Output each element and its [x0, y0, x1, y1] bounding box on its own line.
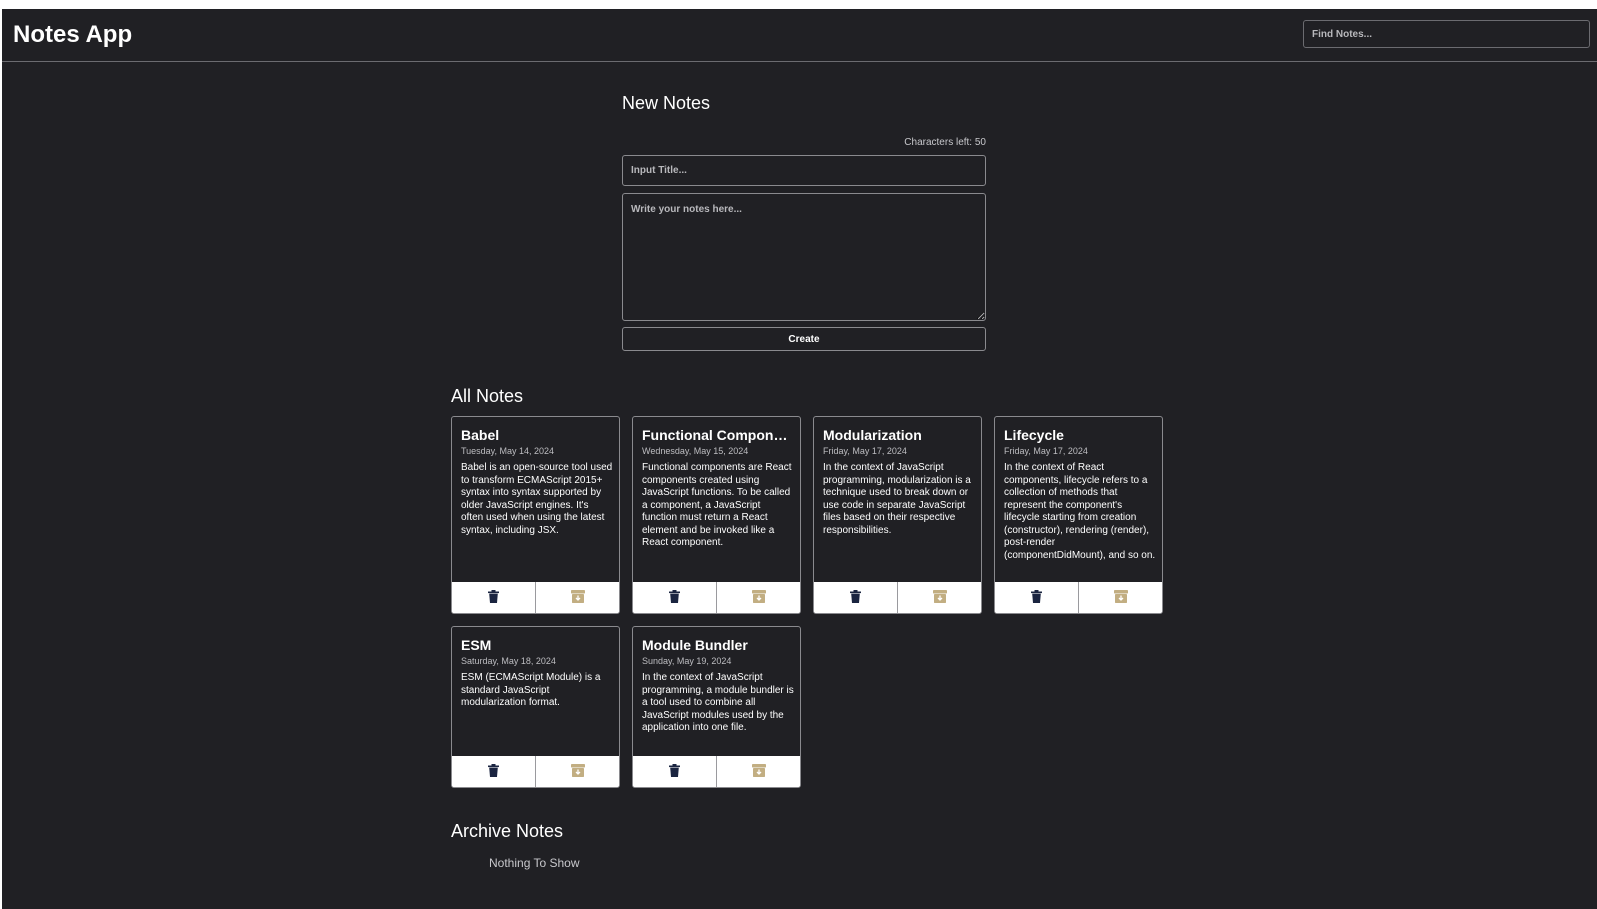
note-actions	[995, 582, 1162, 613]
note-date: Wednesday, May 15, 2024	[642, 446, 749, 456]
trash-icon	[669, 589, 680, 606]
app-header: Notes App	[2, 9, 1597, 62]
note-title: Babel	[461, 427, 500, 443]
note-body-textarea[interactable]	[622, 193, 986, 321]
note-body: In the context of React components, life…	[1004, 462, 1156, 561]
note-body: In the context of JavaScript programming…	[823, 462, 971, 536]
note-actions	[452, 582, 619, 613]
archive-notes-section: Archive Notes Nothing To Show	[451, 821, 580, 870]
delete-button[interactable]	[814, 582, 897, 613]
trash-icon	[850, 589, 861, 606]
note-actions	[814, 582, 981, 613]
note-body: In the context of JavaScript programming…	[642, 672, 794, 733]
all-notes-heading: All Notes	[451, 386, 524, 406]
note-date: Sunday, May 19, 2024	[642, 656, 732, 666]
archive-notes-heading: Archive Notes	[451, 821, 564, 841]
note-date: Friday, May 17, 2024	[823, 446, 907, 456]
note-title-input[interactable]	[622, 155, 986, 186]
new-notes-heading: New Notes	[622, 93, 711, 113]
new-notes-section: New Notes Characters left: 50 Create	[622, 93, 986, 351]
archive-empty-message: Nothing To Show	[489, 856, 580, 870]
search-input[interactable]	[1303, 20, 1590, 48]
archive-box-icon	[1113, 589, 1128, 606]
delete-button[interactable]	[452, 582, 535, 613]
archive-box-icon	[751, 763, 766, 780]
archive-box-icon	[932, 589, 947, 606]
note-body: Functional components are React componen…	[642, 462, 792, 548]
archive-button[interactable]	[1078, 582, 1162, 613]
archive-button[interactable]	[535, 582, 619, 613]
note-actions	[633, 756, 800, 787]
trash-icon	[488, 589, 499, 606]
note-title: Functional Components	[642, 427, 792, 443]
note-body: ESM (ECMAScript Module) is a standard Ja…	[461, 672, 601, 708]
app-title: Notes App	[13, 21, 133, 48]
note-card: Module Bundler Sunday, May 19, 2024 In the…	[632, 626, 801, 788]
delete-button[interactable]	[633, 582, 716, 613]
note-title: ESM	[461, 637, 492, 653]
note-actions	[452, 756, 619, 787]
delete-button[interactable]	[452, 756, 535, 787]
trash-icon	[669, 763, 680, 780]
archive-button[interactable]	[716, 582, 800, 613]
trash-icon	[1031, 589, 1042, 606]
note-body: Babel is an open-source tool used to tra…	[461, 462, 613, 536]
note-date: Friday, May 17, 2024	[1004, 446, 1088, 456]
note-card: Babel Tuesday, May 14, 2024 Babel is an op…	[451, 416, 620, 614]
note-title: Module Bundler	[642, 637, 748, 653]
note-date: Saturday, May 18, 2024	[461, 656, 556, 666]
archive-box-icon	[570, 763, 585, 780]
create-button[interactable]: Create	[622, 327, 986, 351]
delete-button[interactable]	[995, 582, 1078, 613]
archive-box-icon	[570, 589, 585, 606]
note-card: Functional Components Wednesday, May 15, …	[632, 416, 801, 614]
note-title: Lifecycle	[1004, 427, 1064, 443]
archive-button[interactable]	[535, 756, 619, 787]
note-title: Modularization	[823, 427, 922, 443]
characters-left-counter: Characters left: 50	[904, 137, 986, 148]
note-card: ESM Saturday, May 18, 2024 ESM (ECMAScript…	[451, 626, 620, 788]
note-card: Modularization Friday, May 17, 2024 In the…	[813, 416, 982, 614]
note-card: Lifecycle Friday, May 17, 2024 In the cont…	[994, 416, 1163, 614]
archive-box-icon	[751, 589, 766, 606]
delete-button[interactable]	[633, 756, 716, 787]
archive-button[interactable]	[897, 582, 981, 613]
note-date: Tuesday, May 14, 2024	[461, 446, 555, 456]
notes-grid: Babel Tuesday, May 14, 2024 Babel is an op…	[451, 416, 1163, 824]
all-notes-section: All Notes Babel Tuesday, May 14, 2024 Babe…	[451, 386, 1163, 788]
archive-button[interactable]	[716, 756, 800, 787]
trash-icon	[488, 763, 499, 780]
app-root: Notes App New Notes Characters left: 50 …	[2, 9, 1597, 909]
note-actions	[633, 582, 800, 613]
